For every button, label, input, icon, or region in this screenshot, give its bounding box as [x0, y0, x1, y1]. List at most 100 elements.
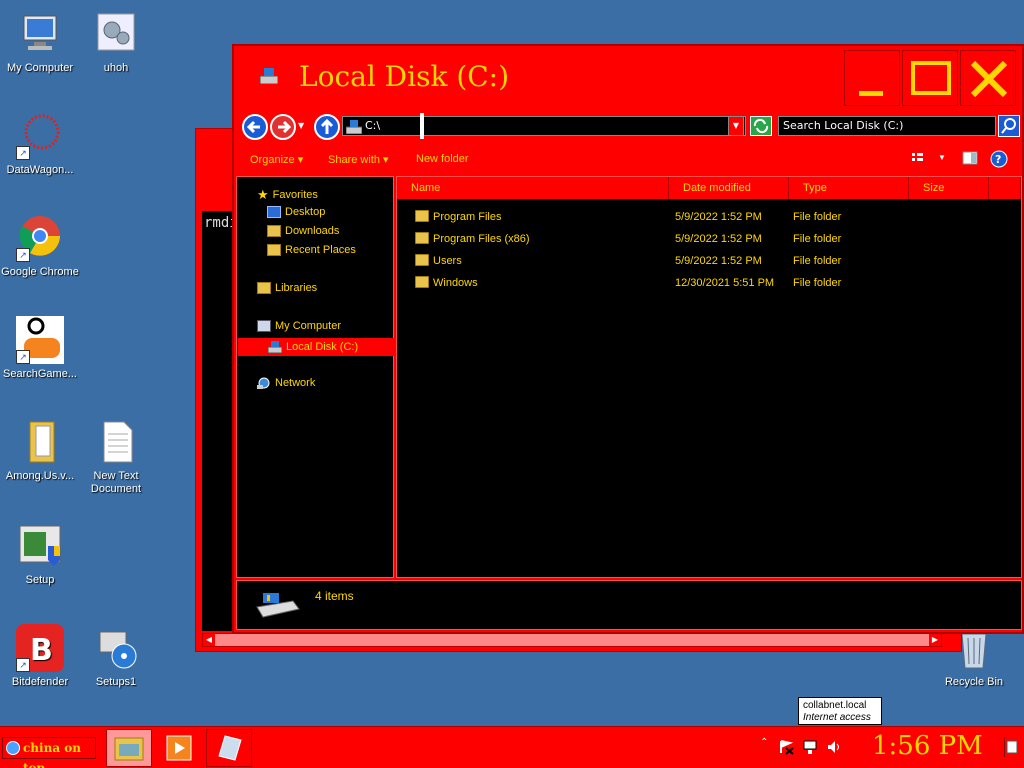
column-header-filler — [989, 177, 1021, 199]
local-disk-icon — [267, 341, 283, 354]
taskbar-media-player-button[interactable] — [156, 729, 202, 767]
desktop-icon-new-text-document[interactable]: New Text Document — [76, 418, 156, 496]
bitdefender-icon: B ↗ — [16, 624, 64, 672]
new-folder-button[interactable]: New folder — [416, 153, 469, 165]
nav-downloads[interactable]: Downloads — [267, 225, 339, 237]
file-row[interactable]: Program Files (x86) 5/9/2022 1:52 PM Fil… — [397, 229, 997, 249]
share-with-button[interactable]: Share with ▾ — [328, 153, 389, 166]
drive-icon — [253, 591, 301, 625]
desktop-icon-label: DataWagon... — [6, 164, 74, 176]
item-count: 4 items — [315, 589, 354, 603]
file-row[interactable]: Users 5/9/2022 1:52 PM File folder — [397, 251, 997, 271]
organize-button[interactable]: Organize ▾ — [250, 153, 303, 166]
search-icon[interactable] — [998, 115, 1020, 137]
column-header-type[interactable]: Type — [789, 177, 909, 199]
details-pane: 4 items — [236, 580, 1022, 630]
folder-icon — [114, 737, 144, 761]
desktop-icon-label: New Text Document — [90, 470, 142, 495]
address-drive-icon — [345, 119, 363, 138]
shortcut-arrow-icon: ↗ — [16, 658, 30, 672]
taskbar: china on top ⌃ 1:56 PM — [0, 726, 1024, 768]
tooltip-line-2: Internet access — [803, 712, 871, 723]
explorer-window[interactable]: Local Disk (C:) ▼ C:\ ▼ Search Local Dis… — [232, 44, 1024, 634]
file-row[interactable]: Windows 12/30/2021 5:51 PM File folder — [397, 273, 997, 293]
desktop-icon-bitdefender[interactable]: B ↗ Bitdefender — [0, 624, 80, 689]
folder-icon — [415, 276, 429, 288]
nav-local-disk[interactable]: Local Disk (C:) — [238, 338, 394, 356]
taskbar-cmd-button[interactable] — [206, 729, 252, 767]
windows-orb-icon — [6, 741, 20, 755]
media-player-icon — [166, 735, 192, 761]
address-bar[interactable]: C:\ — [342, 116, 746, 136]
scroll-right-arrow-icon[interactable]: ▶ — [929, 634, 941, 646]
navigation-bar: ▼ C:\ ▼ Search Local Disk (C:) — [238, 112, 1022, 142]
volume-icon[interactable] — [826, 739, 842, 759]
desktop-icon-chrome[interactable]: ↗ Google Chrome — [0, 214, 80, 279]
nav-recent-places[interactable]: Recent Places — [267, 244, 356, 256]
search-input[interactable]: Search Local Disk (C:) — [778, 116, 996, 136]
text-cursor-icon — [420, 113, 424, 139]
taskbar-explorer-button[interactable] — [106, 729, 152, 767]
title-bar[interactable]: Local Disk (C:) — [234, 46, 1022, 110]
desktop-icon-uhoh[interactable]: uhoh — [76, 10, 156, 75]
close-button[interactable] — [960, 50, 1016, 106]
computer-icon — [16, 10, 64, 58]
up-arrow-icon[interactable] — [314, 114, 340, 140]
desktop-icon-label: Recycle Bin — [944, 676, 1004, 688]
nav-libraries[interactable]: Libraries — [257, 282, 317, 294]
downloads-folder-icon — [267, 225, 281, 237]
desktop-icon-setup[interactable]: Setup — [0, 522, 80, 587]
desktop-icon-datawagon[interactable]: ↗ DataWagon... — [0, 112, 80, 177]
folder-icon — [415, 254, 429, 266]
desktop-icon-label: Setups1 — [95, 676, 137, 688]
settings-gear-icon — [92, 10, 140, 58]
file-row[interactable]: Program Files 5/9/2022 1:52 PM File fold… — [397, 207, 997, 227]
column-header-size[interactable]: Size — [909, 177, 989, 199]
recent-pages-dropdown-icon[interactable]: ▼ — [298, 121, 304, 130]
desktop-icon-searchgame[interactable]: ↗ SearchGame... — [0, 316, 80, 381]
scroll-left-arrow-icon[interactable]: ◀ — [203, 634, 215, 646]
view-dropdown-icon[interactable]: ▼ — [938, 153, 946, 162]
refresh-icon[interactable] — [750, 116, 772, 136]
nav-my-computer[interactable]: My Computer — [257, 320, 341, 332]
recent-places-icon — [267, 244, 281, 256]
column-header-date[interactable]: Date modified — [669, 177, 789, 199]
computer-icon — [257, 320, 271, 332]
maximize-button[interactable] — [902, 50, 958, 106]
libraries-icon — [257, 282, 271, 294]
network-icon[interactable] — [802, 739, 818, 759]
setup-installer-icon — [16, 522, 64, 570]
folder-icon — [415, 232, 429, 244]
nav-network[interactable]: Network — [257, 377, 315, 389]
show-hidden-icons-icon[interactable]: ⌃ — [760, 737, 768, 748]
desktop-icon-my-computer[interactable]: My Computer — [0, 10, 80, 75]
folder-icon — [415, 210, 429, 222]
desktop-icon — [267, 206, 281, 218]
minimize-button[interactable] — [844, 50, 900, 106]
nav-desktop[interactable]: Desktop — [267, 206, 325, 218]
clock[interactable]: 1:56 PM — [872, 731, 983, 761]
desktop-icon-setups1[interactable]: Setups1 — [76, 624, 156, 689]
command-bar: Organize ▾ Share with ▾ New folder ▼ ? — [238, 146, 1022, 172]
show-desktop-button[interactable] — [1004, 737, 1020, 757]
text-document-icon — [92, 418, 140, 466]
help-icon[interactable]: ? — [990, 150, 1008, 171]
forward-arrow-icon[interactable] — [270, 114, 296, 140]
file-list: Name Date modified Type Size Program Fil… — [396, 176, 1022, 578]
start-button[interactable]: china on top — [2, 737, 96, 768]
gamepad-icon: ↗ — [16, 316, 64, 364]
column-header-name[interactable]: Name — [397, 177, 669, 199]
folder-icon — [16, 418, 64, 466]
nav-favorites[interactable]: ★ Favorites — [257, 187, 318, 203]
address-dropdown-icon[interactable]: ▼ — [728, 116, 744, 136]
desktop-icon-label: uhoh — [103, 62, 129, 74]
terminal-horizontal-scrollbar[interactable]: ◀ ▶ — [202, 633, 942, 647]
navigation-pane: ★ Favorites Desktop Downloads Recent Pla… — [236, 176, 394, 578]
action-center-flag-icon[interactable] — [778, 739, 794, 759]
shortcut-arrow-icon: ↗ — [16, 146, 30, 160]
preview-pane-icon[interactable] — [962, 150, 978, 169]
back-arrow-icon[interactable] — [242, 114, 268, 140]
view-options-icon[interactable] — [910, 150, 926, 169]
desktop-icon-label: Google Chrome — [1, 266, 79, 278]
desktop-icon-among-us[interactable]: Among.Us.v... — [0, 418, 80, 483]
